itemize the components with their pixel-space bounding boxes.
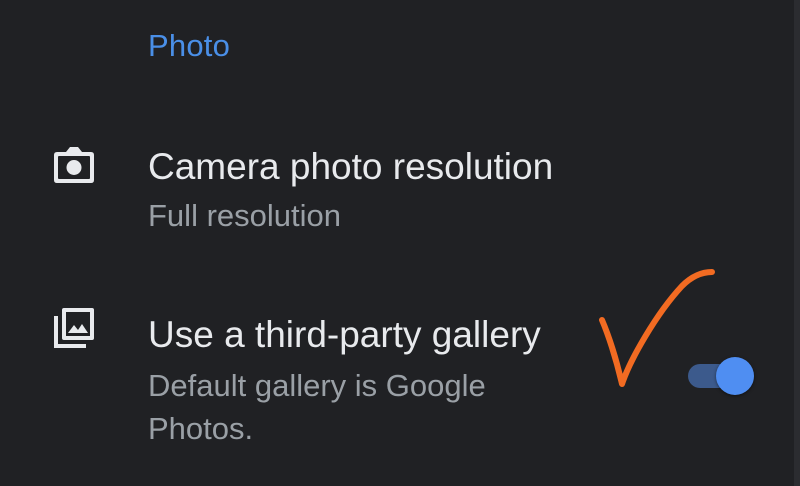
setting-summary: Default gallery is Google Photos. [148,368,486,446]
photo-library-icon [50,304,98,352]
scroll-edge [794,0,800,486]
camera-icon [50,142,98,190]
settings-screen: Photo Camera photo resolution Full resol… [0,0,800,486]
setting-title: Use a third-party gallery [148,314,541,355]
setting-summary: Full resolution [148,198,341,233]
setting-title: Camera photo resolution [148,146,554,187]
orange-checkmark-annotation [599,269,715,387]
section-header-photo: Photo [148,28,231,63]
setting-camera-photo-resolution[interactable]: Camera photo resolution Full resolution [0,130,790,250]
